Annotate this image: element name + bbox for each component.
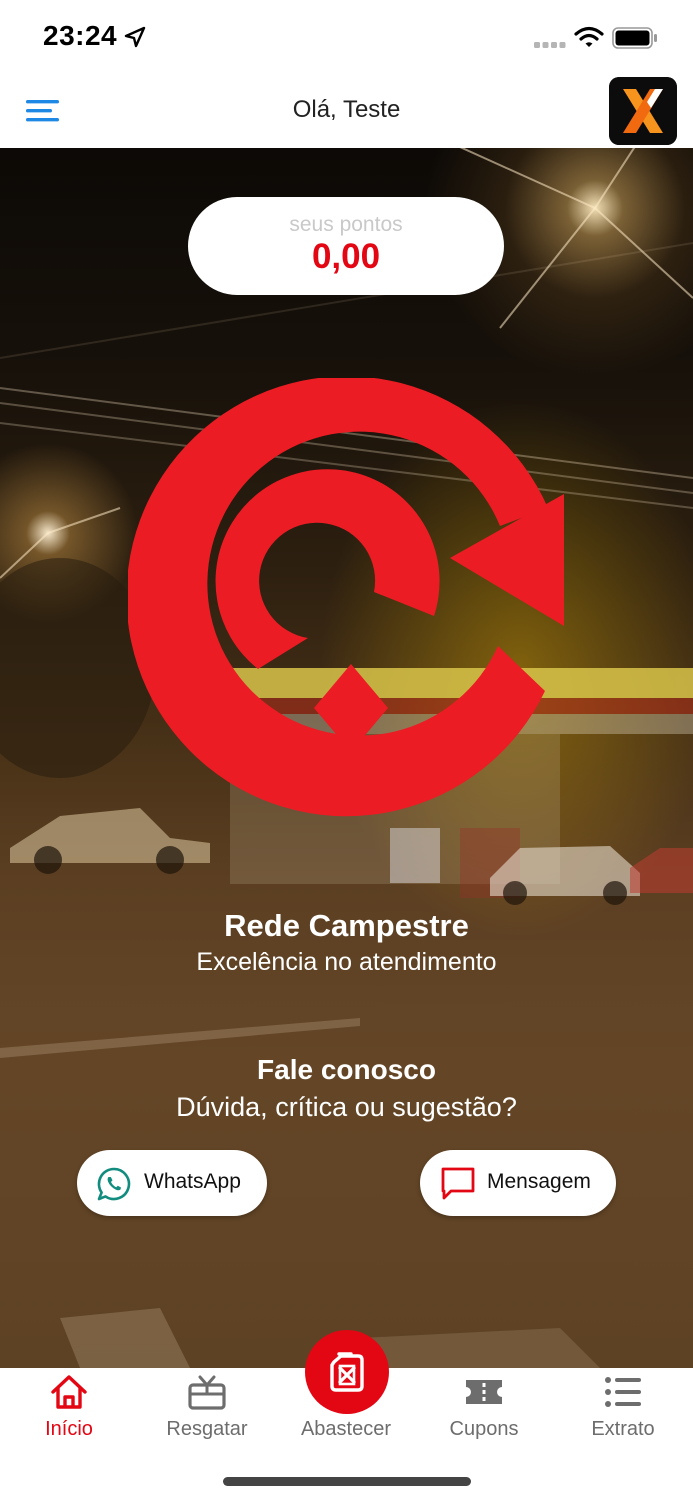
status-bar: 23:24: [0, 0, 693, 76]
greeting-text: Olá, Teste: [292, 96, 401, 123]
whatsapp-button[interactable]: WhatsApp: [77, 1150, 267, 1216]
app-screen: 23:24 Olá, Teste seus pontos 0,00 Rede C…: [0, 0, 693, 1500]
status-time: 23:24: [43, 20, 118, 51]
message-button-label: Mensagem: [487, 1170, 591, 1193]
message-button[interactable]: Mensagem: [420, 1150, 616, 1216]
tab-cupons[interactable]: Cupons: [415, 1368, 553, 1458]
tab-resgatar-label: Resgatar: [166, 1418, 248, 1440]
wifi-icon: [574, 26, 604, 47]
points-value: 0,00: [311, 237, 381, 276]
ticket-icon: [466, 1380, 502, 1404]
rede-campestre-logo: [128, 378, 564, 817]
app-header: Olá, Teste: [0, 76, 693, 149]
tab-extrato[interactable]: Extrato: [554, 1368, 692, 1458]
contact-subtitle: Dúvida, crítica ou sugestão?: [176, 1092, 517, 1122]
contact-title: Fale conosco: [257, 1054, 436, 1085]
company-tagline: Excelência no atendimento: [196, 948, 497, 976]
tab-extrato-label: Extrato: [591, 1418, 655, 1440]
tab-abastecer-label: Abastecer: [300, 1418, 392, 1440]
brand-logo: [609, 77, 677, 145]
tab-resgatar[interactable]: Resgatar: [138, 1368, 276, 1458]
abastecer-fab-button[interactable]: [305, 1330, 389, 1414]
gift-icon: [188, 1375, 226, 1410]
whatsapp-icon: [97, 1167, 131, 1201]
points-label: seus pontos: [289, 213, 403, 236]
tab-inicio[interactable]: Início: [0, 1368, 138, 1458]
tab-inicio-label: Início: [45, 1418, 93, 1440]
list-icon: [605, 1377, 641, 1407]
points-card: seus pontos 0,00: [188, 197, 504, 295]
message-bubble-icon: [441, 1167, 475, 1200]
fuel-can-icon: [330, 1352, 364, 1392]
tab-cupons-label: Cupons: [449, 1418, 519, 1440]
home-indicator: [223, 1477, 471, 1486]
hero-section: seus pontos 0,00 Rede Campestre Excelênc…: [0, 148, 693, 1368]
whatsapp-button-label: WhatsApp: [144, 1170, 241, 1193]
location-arrow-icon: [124, 26, 146, 48]
home-icon: [51, 1375, 87, 1409]
cellular-signal-icon: [534, 42, 566, 48]
company-name: Rede Campestre: [224, 908, 469, 943]
battery-icon: [612, 27, 657, 49]
